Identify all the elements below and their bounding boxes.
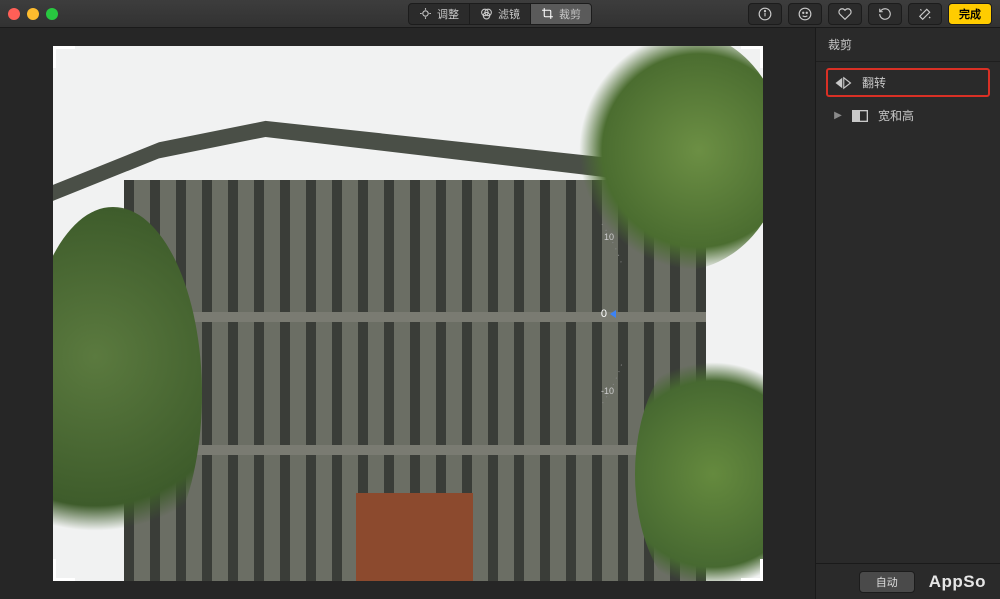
enhance-button[interactable]	[908, 3, 942, 25]
tab-adjust-label: 调整	[437, 6, 459, 22]
sliders-icon	[419, 7, 432, 20]
crop-handle-bottom-right[interactable]	[741, 559, 763, 581]
toolbar: 调整 滤镜 裁剪	[0, 0, 1000, 28]
dial-pointer-icon	[610, 310, 616, 318]
sidebar-item-aspect[interactable]: ▶ 宽和高	[826, 101, 990, 130]
tab-crop-label: 裁剪	[559, 6, 581, 22]
info-button[interactable]	[748, 3, 782, 25]
canvas: 10 0 -10	[0, 28, 815, 599]
photo-crop-frame[interactable]	[53, 46, 763, 581]
editor-tabs: 调整 滤镜 裁剪	[408, 3, 592, 25]
sidebar: 裁剪 翻转 ▶ 宽和高 自动 AppSo	[815, 28, 1000, 599]
straighten-dial[interactable]: 10 0 -10	[554, 214, 622, 414]
crop-icon	[541, 7, 554, 20]
favorite-button[interactable]	[828, 3, 862, 25]
disclosure-triangle-icon: ▶	[834, 110, 842, 121]
dial-value: 0	[601, 308, 607, 320]
aspect-ratio-icon	[852, 110, 868, 122]
sidebar-title: 裁剪	[816, 28, 1000, 62]
photo	[53, 46, 763, 581]
dial-value-indicator: 0	[601, 308, 616, 320]
dial-tick-top: 10	[604, 232, 614, 242]
rotate-button[interactable]	[868, 3, 902, 25]
close-window-button[interactable]	[8, 8, 20, 20]
window-controls	[8, 8, 58, 20]
app-window: 调整 滤镜 裁剪	[0, 0, 1000, 599]
minimize-window-button[interactable]	[27, 8, 39, 20]
magic-wand-icon	[918, 7, 932, 21]
info-icon	[758, 7, 772, 21]
tab-adjust[interactable]: 调整	[409, 4, 470, 24]
toolbar-right: 完成	[748, 3, 992, 25]
sidebar-item-flip[interactable]: 翻转	[826, 68, 990, 97]
crop-handle-top-left[interactable]	[53, 46, 75, 68]
face-icon	[798, 7, 812, 21]
dial-tick-bottom: -10	[601, 386, 614, 396]
sidebar-item-label: 翻转	[862, 74, 886, 91]
zoom-window-button[interactable]	[46, 8, 58, 20]
filters-icon	[480, 7, 493, 20]
tab-filters[interactable]: 滤镜	[470, 4, 531, 24]
rotate-icon	[878, 7, 892, 21]
sidebar-footer: 自动 AppSo	[816, 563, 1000, 599]
crop-handle-top-right[interactable]	[741, 46, 763, 68]
tab-crop[interactable]: 裁剪	[531, 4, 591, 24]
main-area: 10 0 -10 裁剪 翻转 ▶ 宽和高	[0, 28, 1000, 599]
sidebar-item-label: 宽和高	[878, 107, 914, 124]
brand-watermark: AppSo	[929, 572, 986, 592]
tab-filters-label: 滤镜	[498, 6, 520, 22]
crop-handle-bottom-left[interactable]	[53, 559, 75, 581]
tag-button[interactable]	[788, 3, 822, 25]
auto-button[interactable]: 自动	[859, 571, 915, 593]
heart-icon	[838, 7, 852, 21]
flip-horizontal-icon	[834, 76, 852, 90]
done-button[interactable]: 完成	[948, 3, 992, 25]
